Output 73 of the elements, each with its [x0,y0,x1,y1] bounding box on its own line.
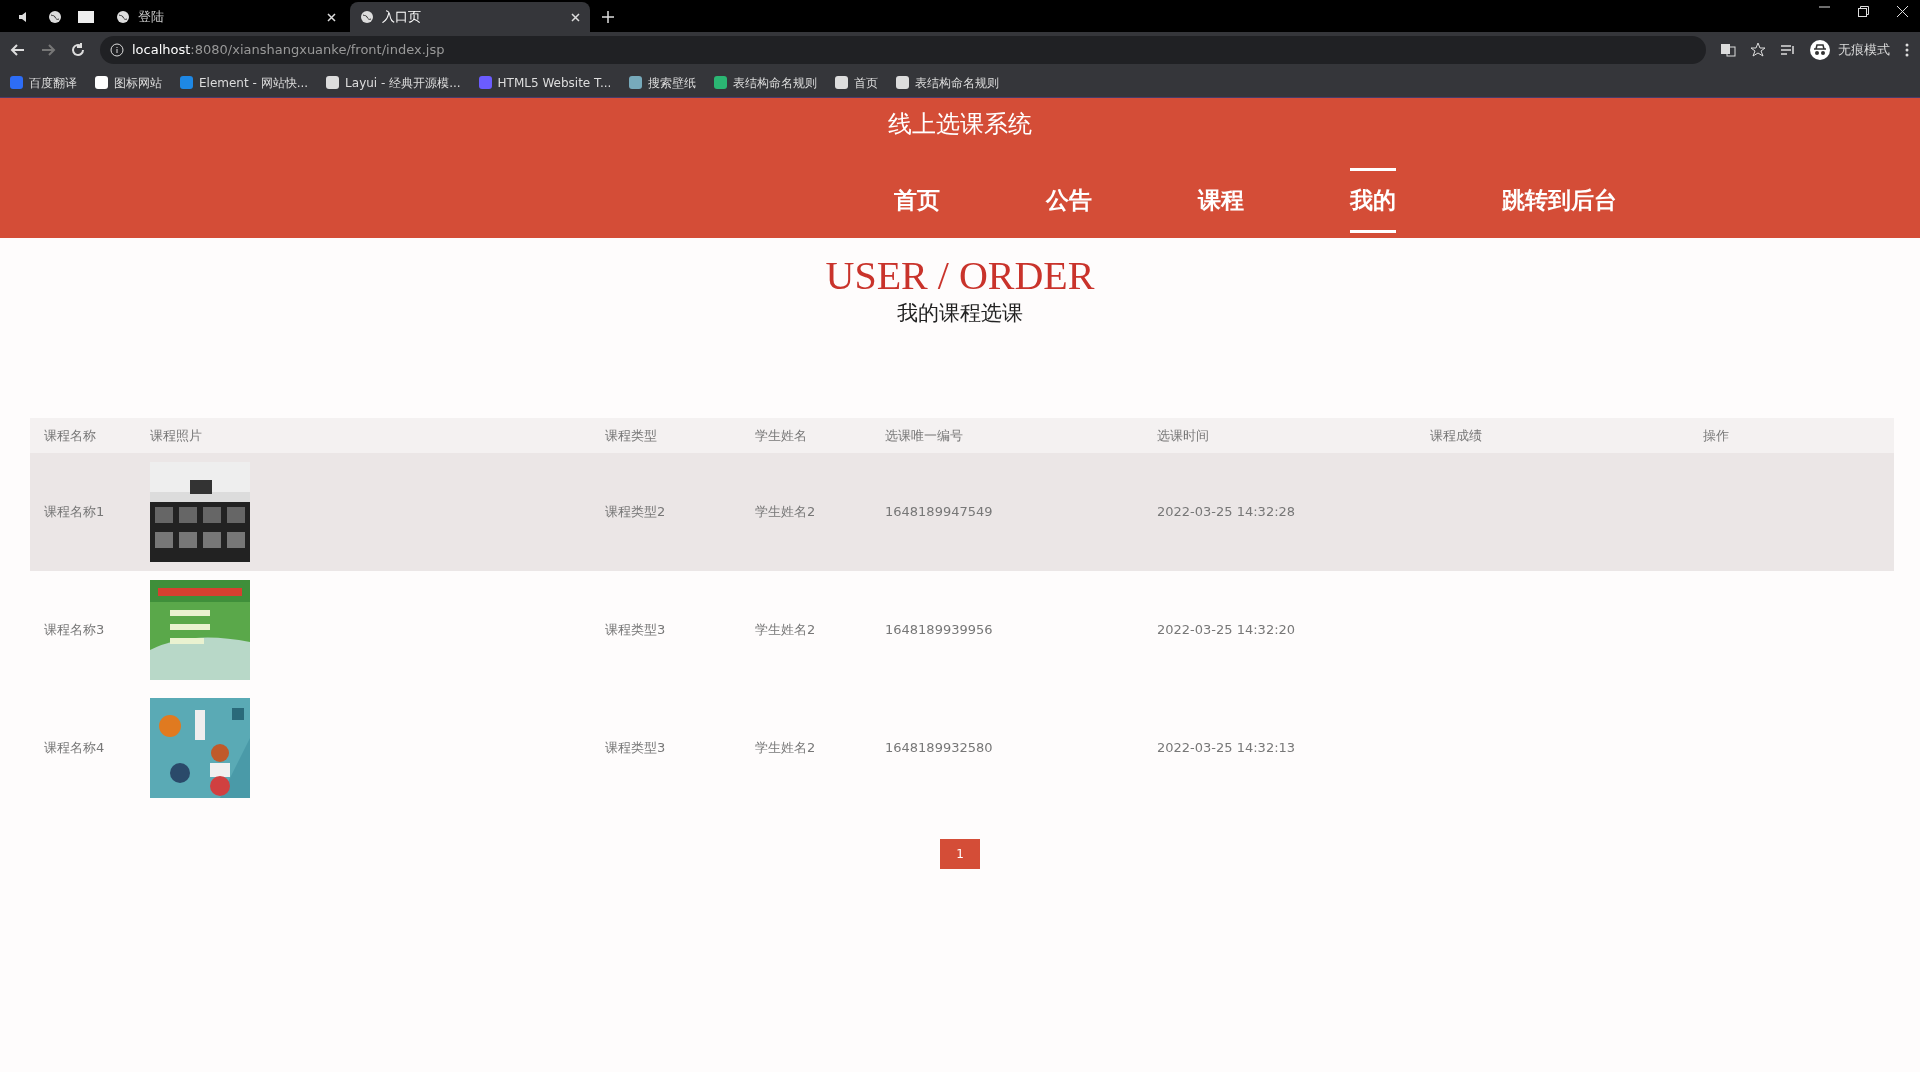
table-cell: 学生姓名2 [741,453,871,571]
reload-icon[interactable] [70,42,86,58]
column-header: 学生姓名 [741,417,871,453]
browser-tab[interactable]: 登陆 [106,2,346,32]
column-header: 课程照片 [136,417,591,453]
bookmark-icon [95,76,108,89]
table-cell: 课程类型3 [591,571,741,689]
column-header: 课程名称 [30,417,136,453]
info-icon [110,43,124,57]
bookmark-link[interactable]: 搜索壁纸 [629,73,697,92]
table-cell-text: 1648189932580 [884,739,994,758]
globe-icon [48,10,62,24]
new-tab-icon[interactable] [602,11,614,23]
incognito-icon[interactable] [1810,40,1830,60]
globe-icon [116,10,130,24]
table-cell-text: 课程类型3 [604,739,667,758]
table-cell: 课程名称3 [30,571,136,689]
playlist-icon[interactable] [1780,42,1796,58]
page-button[interactable]: 1 [940,839,980,869]
bookmark-link[interactable]: 百度翻译 [10,73,77,92]
translate-icon[interactable] [1720,42,1736,58]
star-icon[interactable] [1750,42,1766,58]
column-header: 选课时间 [1143,417,1416,453]
close-icon[interactable] [327,13,336,23]
table-cell: 2022-03-25 14:32:20 [1143,571,1416,689]
table-row[interactable]: 课程名称3 课程类型3 学生姓名2 1648189939956 2022-03-25 14:32:20 [30,571,1894,689]
column-header: 选课唯一编号 [871,417,1143,453]
profile-label: 无痕模式 [1838,41,1890,60]
bookmark-link[interactable]: 表结构命名规则 [896,73,1000,92]
site-title: 线上选课系统 [887,109,1033,140]
bookmark-icon [896,76,910,89]
table-cell-text: 学生姓名2 [754,739,817,758]
column-header: 操作 [1689,417,1894,453]
bookmark-icon [10,76,23,89]
bookmark-link[interactable]: 首页 [835,73,879,92]
globe-icon [360,10,374,24]
nav-link-item[interactable]: 课程 [1198,168,1244,233]
address-bar[interactable]: localhost:8080/xianshangxuanke/front/index.jsp [100,36,1706,64]
bookmark-link[interactable]: Layui - 经典开源模... [326,73,461,92]
nav-link-item[interactable]: 跳转到后台 [1502,168,1617,233]
restore-icon[interactable] [1858,6,1869,17]
forward-icon[interactable] [40,42,56,58]
bookmark-icon [180,76,193,89]
table-row[interactable]: 课程名称4 课程类型3 学生姓名2 1648189932580 2022-03-25 14:32:13 [30,689,1894,807]
bookmark-icon [714,76,728,89]
browser-tab[interactable]: 入口页 [350,2,590,32]
nav-link-item[interactable]: 公告 [1046,168,1092,233]
bookmark-link[interactable]: 表结构命名规则 [714,73,818,92]
page-title: USER / ORDER [824,254,1096,298]
table-cell-text: 2022-03-25 14:32:13 [1156,739,1297,758]
column-header: 课程成绩 [1416,417,1689,453]
column-header: 课程类型 [591,417,741,453]
table-cell: 2022-03-25 14:32:28 [1143,453,1416,571]
table-cell: 1648189939956 [871,571,1143,689]
table-cell-text: 课程名称4 [43,739,106,758]
menu-icon[interactable] [1904,42,1910,58]
table-cell: 1648189947549 [871,453,1143,571]
table-cell: 学生姓名2 [741,571,871,689]
bookmark-link[interactable]: Element - 网站快... [180,73,309,92]
bookmark-link[interactable]: HTML5 Website T... [478,73,612,92]
bookmark-icon [629,76,643,89]
close-icon[interactable] [571,13,580,23]
bookmark-icon [835,76,849,89]
nav-link-item[interactable]: 我的 [1350,168,1396,233]
table-cell: 课程名称1 [30,453,136,571]
table-cell: 课程类型2 [591,453,741,571]
bookmark-icon [326,76,340,89]
page-subtitle: 我的课程选课 [896,300,1024,327]
bookmark-link[interactable]: 图标网站 [95,73,162,92]
nav-link-item[interactable]: 首页 [894,168,940,233]
close-icon[interactable] [1897,6,1908,17]
back-icon[interactable] [10,42,26,58]
bookmark-icon [478,76,492,89]
